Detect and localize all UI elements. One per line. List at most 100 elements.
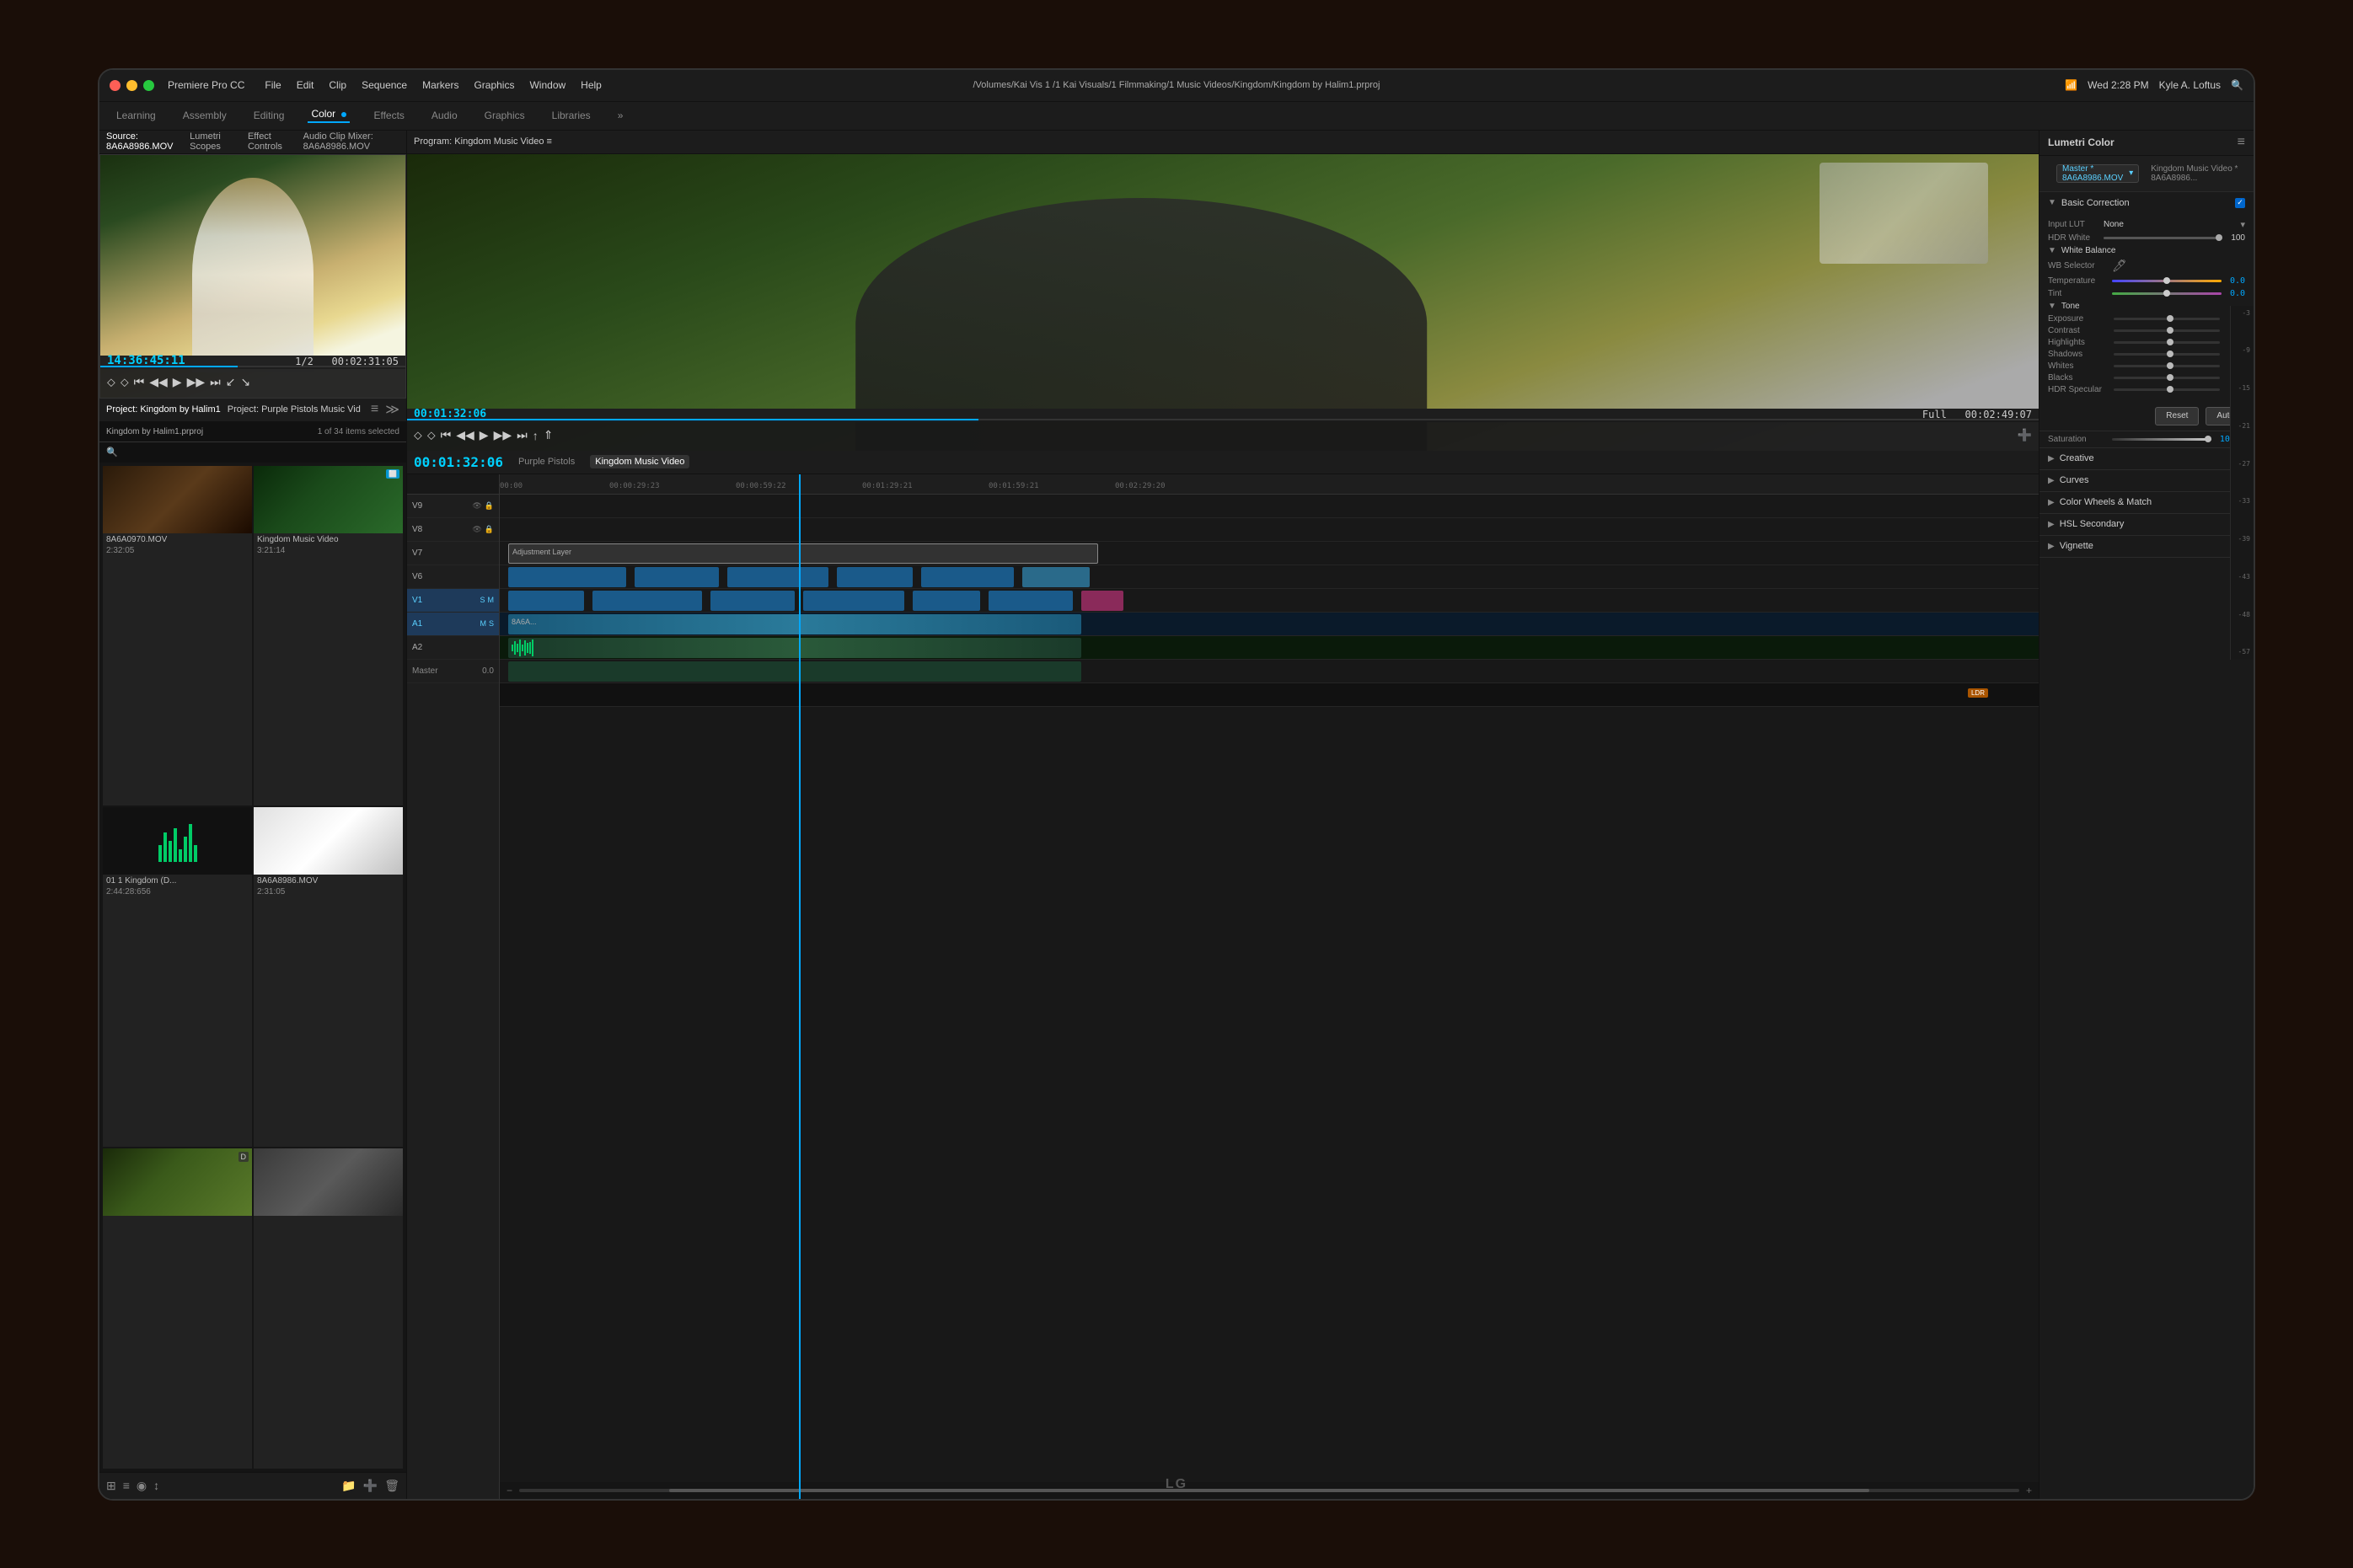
clip-v5-3[interactable] xyxy=(710,591,795,611)
media-item-6[interactable] xyxy=(254,1148,403,1468)
source-tab-main[interactable]: Source: 8A6A8986.MOV xyxy=(106,131,176,152)
prog-next-edit[interactable]: ⏭ xyxy=(517,428,528,442)
clip-v5-7[interactable] xyxy=(1081,591,1123,611)
vignette-section[interactable]: ▶ Vignette ✓ xyxy=(2039,536,2254,558)
menu-edit[interactable]: Edit xyxy=(297,79,314,91)
media-item-4[interactable]: 8A6A8986.MOV 2:31:05 xyxy=(254,807,403,1147)
input-lut-dropdown[interactable]: ▾ xyxy=(2240,219,2245,230)
hsl-secondary-section[interactable]: ▶ HSL Secondary ✓ xyxy=(2039,514,2254,536)
sort-icon[interactable]: ↕ xyxy=(153,1479,159,1492)
master-selector[interactable]: Master * 8A6A8986.MOV ▾ xyxy=(2056,164,2139,183)
basic-correction-header[interactable]: ▼ Basic Correction ✓ xyxy=(2039,192,2254,214)
track-v1-mute[interactable]: M xyxy=(488,596,495,604)
prog-mark-in[interactable]: ⬦ xyxy=(414,428,422,442)
source-tab-effects[interactable]: Effect Controls xyxy=(248,131,290,152)
menu-graphics[interactable]: Graphics xyxy=(474,79,514,91)
menu-window[interactable]: Window xyxy=(529,79,565,91)
tab-effects[interactable]: Effects xyxy=(370,110,407,121)
media-item-3[interactable]: 01 1 Kingdom (D... 2:44:28:656 xyxy=(103,807,252,1147)
source-overwrite[interactable]: ↘ xyxy=(240,375,250,389)
delete-icon[interactable]: 🗑 xyxy=(384,1479,399,1493)
prog-prev-edit[interactable]: ⏮ xyxy=(441,428,452,442)
tab-libraries[interactable]: Libraries xyxy=(549,110,594,121)
media-item-2[interactable]: ⬜ Kingdom Music Video 3:21:14 xyxy=(254,466,403,805)
clip-v6-6[interactable] xyxy=(1022,567,1090,587)
timeline-tracks-area[interactable]: 00:00 00:00:29:23 00:00:59:22 00:01:29:2… xyxy=(500,474,2039,1499)
shadows-slider[interactable] xyxy=(2114,353,2220,356)
source-step-back[interactable]: ◀◀ xyxy=(149,375,168,389)
source-next-edit[interactable]: ⏭ xyxy=(210,375,221,389)
track-a1-solo[interactable]: S xyxy=(489,619,494,628)
color-wheels-section[interactable]: ▶ Color Wheels & Match ✓ xyxy=(2039,492,2254,514)
clip-a1-main[interactable] xyxy=(508,638,1081,658)
exposure-slider[interactable] xyxy=(2114,318,2220,320)
prog-extract[interactable]: ⇑ xyxy=(544,428,554,442)
prog-step-back[interactable]: ◀◀ xyxy=(456,428,474,442)
tab-editing[interactable]: Editing xyxy=(250,110,288,121)
timeline-tab-kingdom[interactable]: Kingdom Music Video xyxy=(590,455,689,468)
hdr-white-slider[interactable] xyxy=(2104,237,2222,239)
list-view-icon[interactable]: ≡ xyxy=(123,1479,130,1492)
source-tab-audio[interactable]: Audio Clip Mixer: 8A6A8986.MOV xyxy=(303,131,399,152)
zoom-out-icon[interactable]: − xyxy=(507,1485,512,1496)
zoom-in-icon[interactable]: + xyxy=(2026,1485,2032,1496)
tab-more[interactable]: » xyxy=(614,110,627,121)
expand-icon[interactable]: ≫ xyxy=(385,401,399,418)
close-button[interactable] xyxy=(110,80,121,91)
whites-slider[interactable] xyxy=(2114,365,2220,367)
track-v9-lock[interactable]: 🔒 xyxy=(485,501,494,511)
panel-menu-icon[interactable]: ≡ xyxy=(371,402,378,417)
source-prev-edit[interactable]: ⏮ xyxy=(134,375,145,389)
source-mark-out[interactable]: ⬦ xyxy=(121,375,129,389)
menu-help[interactable]: Help xyxy=(581,79,602,91)
freeform-view-icon[interactable]: ◉ xyxy=(137,1479,147,1493)
clip-v6-2[interactable] xyxy=(635,567,719,587)
clip-v6-4[interactable] xyxy=(837,567,913,587)
tab-graphics[interactable]: Graphics xyxy=(481,110,528,121)
timeline-scroll-track[interactable] xyxy=(519,1489,2019,1492)
menu-markers[interactable]: Markers xyxy=(422,79,458,91)
creative-section[interactable]: ▶ Creative ✓ xyxy=(2039,448,2254,470)
new-item-icon[interactable]: ➕ xyxy=(363,1479,378,1493)
highlights-slider[interactable] xyxy=(2114,341,2220,344)
playhead[interactable] xyxy=(799,474,801,1499)
clip-v5-1[interactable] xyxy=(508,591,584,611)
clip-v5-5[interactable] xyxy=(913,591,980,611)
saturation-slider[interactable] xyxy=(2112,438,2211,441)
clip-v6-5[interactable] xyxy=(921,567,1014,587)
menu-clip[interactable]: Clip xyxy=(329,79,346,91)
grid-view-icon[interactable]: ⊞ xyxy=(106,1479,116,1493)
clip-v6-3[interactable] xyxy=(727,567,828,587)
reset-button[interactable]: Reset xyxy=(2155,407,2199,425)
temperature-slider[interactable] xyxy=(2112,280,2222,282)
tint-slider[interactable] xyxy=(2112,292,2222,295)
tab-audio[interactable]: Audio xyxy=(428,110,461,121)
timeline-tab-purple[interactable]: Purple Pistols xyxy=(513,455,580,468)
source-tab-scopes[interactable]: Lumetri Scopes xyxy=(190,131,234,152)
track-v8-eye[interactable]: 👁 xyxy=(472,525,481,534)
project-search-input[interactable] xyxy=(121,447,399,458)
track-v9-eye[interactable]: 👁 xyxy=(472,501,481,511)
track-v8-lock[interactable]: 🔒 xyxy=(485,525,494,534)
clip-v5-6[interactable] xyxy=(989,591,1073,611)
curves-section[interactable]: ▶ Curves ✓ xyxy=(2039,470,2254,492)
tab-learning[interactable]: Learning xyxy=(113,110,159,121)
prog-step-fwd[interactable]: ▶▶ xyxy=(494,428,512,442)
clip-v1-main[interactable]: 8A6A... xyxy=(508,614,1081,634)
source-mark-in[interactable]: ⬦ xyxy=(107,375,115,389)
blacks-slider[interactable] xyxy=(2114,377,2220,379)
search-icon[interactable]: 🔍 xyxy=(2231,79,2243,91)
contrast-slider[interactable] xyxy=(2114,329,2220,332)
clip-v5-2[interactable] xyxy=(592,591,702,611)
clip-v6-1[interactable] xyxy=(508,567,626,587)
prog-add-marker[interactable]: ➕ xyxy=(2018,428,2032,442)
wb-eyedropper[interactable]: 🖊 xyxy=(2112,259,2127,273)
track-a1-mute[interactable]: M xyxy=(480,619,486,628)
clip-v5-4[interactable] xyxy=(803,591,904,611)
lumetri-menu-icon[interactable]: ≡ xyxy=(2238,135,2245,150)
track-v1-sync[interactable]: S xyxy=(480,596,485,604)
source-play[interactable]: ▶ xyxy=(173,375,182,389)
project-title-1[interactable]: Project: Kingdom by Halim1 xyxy=(106,404,221,415)
tab-color[interactable]: Color xyxy=(308,108,350,123)
media-item-1[interactable]: 8A6A0970.MOV 2:32:05 xyxy=(103,466,252,805)
